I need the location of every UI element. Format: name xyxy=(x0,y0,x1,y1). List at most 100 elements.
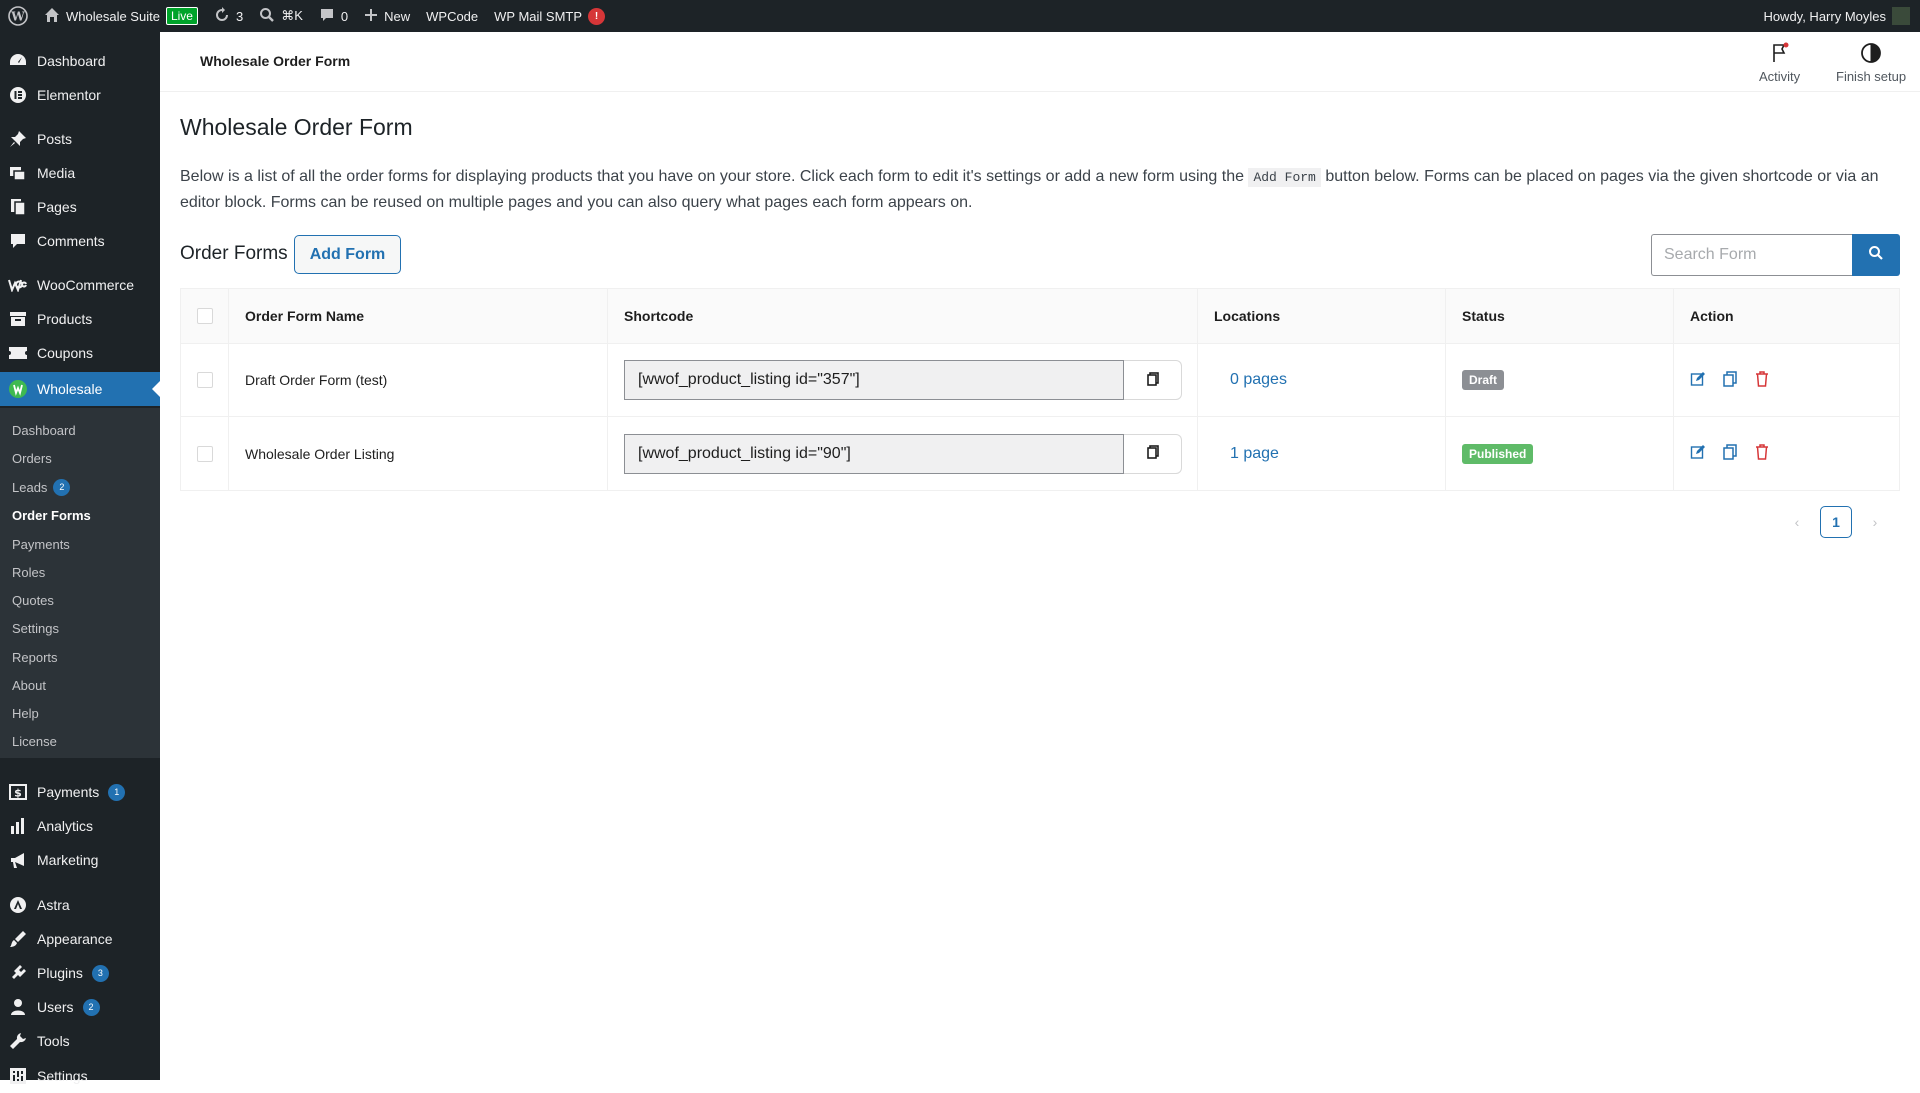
brush-icon xyxy=(8,929,28,949)
sidebar-item-products[interactable]: Products xyxy=(0,302,160,336)
command-search-link[interactable]: ⌘K xyxy=(251,0,311,32)
page-description: Below is a list of all the order forms f… xyxy=(180,164,1900,215)
smtp-label: WP Mail SMTP xyxy=(494,8,583,24)
sidebar-item-label: Posts xyxy=(37,131,73,147)
submenu-item-payments[interactable]: Payments xyxy=(12,534,70,554)
sidebar-item-analytics[interactable]: Analytics xyxy=(0,809,160,843)
prev-page-icon[interactable]: ‹ xyxy=(1788,514,1806,530)
duplicate-icon[interactable] xyxy=(1722,370,1738,390)
sidebar-item-wholesale[interactable]: Wholesale xyxy=(0,372,160,406)
sidebar-item-plugins[interactable]: Plugins 3 xyxy=(0,956,160,990)
pin-icon xyxy=(8,129,28,149)
shortcode-field[interactable]: [wwof_product_listing id="357"] xyxy=(624,360,1124,400)
sidebar-item-label: Tools xyxy=(37,1033,70,1049)
sidebar-item-marketing[interactable]: Marketing xyxy=(0,843,160,877)
leads-count-badge: 2 xyxy=(53,478,71,496)
page-number[interactable]: 1 xyxy=(1820,506,1852,538)
delete-icon[interactable] xyxy=(1754,370,1770,390)
sidebar-item-comments[interactable]: Comments xyxy=(0,224,160,258)
header-name[interactable]: Order Form Name xyxy=(229,289,608,343)
sidebar-item-label: Wholesale xyxy=(37,381,103,397)
row-checkbox[interactable] xyxy=(196,445,213,462)
sidebar-item-posts[interactable]: Posts xyxy=(0,122,160,156)
updates-link[interactable]: 3 xyxy=(206,0,251,32)
shortcode-field[interactable]: [wwof_product_listing id="90"] xyxy=(624,433,1124,474)
row-select-cell xyxy=(181,344,229,416)
header-locations: Locations xyxy=(1198,289,1446,343)
activity-button[interactable]: Activity xyxy=(1759,42,1800,84)
form-name: Wholesale Order Listing xyxy=(229,417,608,490)
wpcode-link[interactable]: WPCode xyxy=(418,0,486,32)
submenu-item-roles[interactable]: Roles xyxy=(12,562,45,582)
new-content-link[interactable]: New xyxy=(356,0,418,32)
search-form xyxy=(1651,234,1900,276)
duplicate-icon[interactable] xyxy=(1722,444,1738,463)
submenu-item-dashboard[interactable]: Dashboard xyxy=(12,420,76,440)
shortcode-group: [wwof_product_listing id="90"] xyxy=(624,433,1182,474)
edit-icon[interactable] xyxy=(1690,371,1706,390)
pages-icon xyxy=(8,197,28,217)
sidebar-item-label: Comments xyxy=(37,233,105,249)
updates-count: 3 xyxy=(235,8,244,24)
my-account-link[interactable]: Howdy, Harry Moyles xyxy=(1755,0,1920,32)
select-all-checkbox[interactable] xyxy=(196,308,213,324)
wholesale-submenu: Dashboard Orders Leads 2 Order Forms Paym… xyxy=(0,408,160,758)
sidebar-item-media[interactable]: Media xyxy=(0,156,160,190)
copy-icon xyxy=(1146,371,1160,389)
submenu-item-quotes[interactable]: Quotes xyxy=(12,590,54,610)
copy-shortcode-button[interactable] xyxy=(1124,433,1182,474)
row-checkbox[interactable] xyxy=(196,372,213,388)
next-page-icon[interactable]: › xyxy=(1866,514,1884,530)
sidebar-item-tools[interactable]: Tools xyxy=(0,1024,160,1058)
sidebar-item-settings[interactable]: Settings xyxy=(0,1059,160,1093)
submenu-item-settings[interactable]: Settings xyxy=(12,618,59,638)
plugins-count-badge: 3 xyxy=(91,964,109,982)
users-count-badge: 2 xyxy=(82,998,100,1016)
sidebar-item-appearance[interactable]: Appearance xyxy=(0,922,160,956)
submenu-item-license[interactable]: License xyxy=(12,731,57,751)
submenu-item-help[interactable]: Help xyxy=(12,703,39,723)
submenu-label: Roles xyxy=(12,564,46,580)
submenu-item-about[interactable]: About xyxy=(12,675,46,695)
sidebar-item-label: Plugins xyxy=(37,965,83,981)
wp-mail-smtp-link[interactable]: WP Mail SMTP ! xyxy=(486,0,613,32)
sidebar-item-dashboard[interactable]: Dashboard xyxy=(0,44,160,78)
sidebar-item-pages[interactable]: Pages xyxy=(0,190,160,224)
sidebar-item-payments[interactable]: $ Payments 1 xyxy=(0,775,160,809)
shortcode-cell: [wwof_product_listing id="90"] xyxy=(608,417,1198,490)
wordpress-logo-icon[interactable]: W xyxy=(0,0,36,32)
locations-link[interactable]: 0 pages xyxy=(1214,371,1287,389)
sidebar-item-label: Settings xyxy=(37,1068,88,1084)
comments-link[interactable]: 0 xyxy=(311,0,356,32)
sidebar-item-coupons[interactable]: Coupons xyxy=(0,336,160,370)
submenu-item-order-forms[interactable]: Order Forms xyxy=(12,505,91,525)
new-label: New xyxy=(384,8,411,24)
site-name-link[interactable]: Wholesale Suite Live xyxy=(36,0,206,32)
submenu-label: Order Forms xyxy=(12,507,91,523)
status-cell: Published xyxy=(1446,417,1674,490)
submenu-item-orders[interactable]: Orders xyxy=(12,448,52,468)
copy-shortcode-button[interactable] xyxy=(1124,360,1182,400)
sidebar-item-label: Analytics xyxy=(37,818,94,834)
smtp-alert-badge: ! xyxy=(588,7,606,25)
sidebar-item-elementor[interactable]: Elementor xyxy=(0,78,160,112)
submenu-item-reports[interactable]: Reports xyxy=(12,647,58,667)
add-form-button[interactable]: Add Form xyxy=(294,235,401,274)
sidebar-item-label: Appearance xyxy=(37,931,113,947)
delete-icon[interactable] xyxy=(1754,444,1770,463)
comment-icon xyxy=(8,231,28,251)
sidebar-item-users[interactable]: Users 2 xyxy=(0,990,160,1024)
sidebar-item-woocommerce[interactable]: WooCommerce xyxy=(0,268,160,302)
finish-setup-button[interactable]: Finish setup xyxy=(1836,42,1906,84)
header-shortcode: Shortcode xyxy=(608,289,1198,343)
action-cell xyxy=(1674,344,1899,416)
admin-bar: W Wholesale Suite Live 3 ⌘K 0 New WPCode… xyxy=(0,0,1920,32)
edit-icon[interactable] xyxy=(1690,444,1706,463)
search-input[interactable] xyxy=(1651,234,1852,276)
sidebar-item-astra[interactable]: Astra xyxy=(0,888,160,922)
search-icon xyxy=(1868,245,1884,266)
submenu-item-leads[interactable]: Leads 2 xyxy=(12,477,71,497)
search-button[interactable] xyxy=(1852,234,1900,276)
header-action: Action xyxy=(1690,308,1734,324)
locations-link[interactable]: 1 page xyxy=(1214,445,1279,463)
